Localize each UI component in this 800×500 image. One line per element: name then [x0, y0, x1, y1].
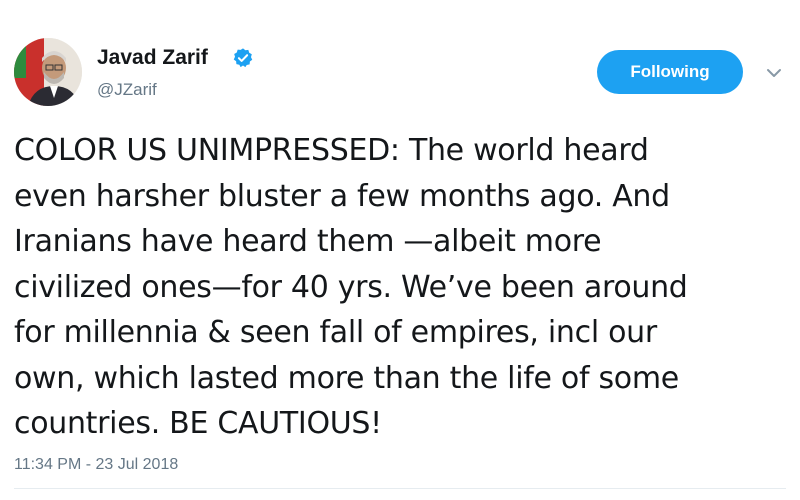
tweet-text-line: for millennia & seen fall of empires, in…	[14, 315, 657, 350]
tweet-text-line: even harsher bluster a few months ago. A…	[14, 178, 670, 214]
tweet-timestamp[interactable]: 11:34 PM - 23 Jul 2018	[14, 456, 178, 474]
avatar[interactable]	[14, 38, 82, 106]
tweet-card: Javad Zarif @JZarif Following COLOR US U…	[0, 0, 800, 500]
verified-badge-icon	[233, 48, 253, 68]
tweet-text-line: civilized ones—for 40 yrs. We’ve been ar…	[14, 269, 688, 305]
tweet-text-line: own, which lasted more than the life of …	[14, 360, 679, 396]
tweet-text-line: COLOR US UNIMPRESSED: The world heard	[14, 133, 649, 168]
chevron-down-icon[interactable]	[765, 66, 783, 80]
tweet-text-line: countries. BE CAUTIOUS!	[14, 406, 382, 441]
profile-photo-icon	[14, 38, 82, 106]
tweet-text: COLOR US UNIMPRESSED: The world heard ev…	[14, 128, 786, 447]
user-handle[interactable]: @JZarif	[97, 80, 157, 100]
display-name[interactable]: Javad Zarif	[97, 46, 208, 70]
tweet-text-line: Iranians have heard them —albeit more	[14, 224, 602, 259]
following-button[interactable]: Following	[597, 50, 743, 94]
divider	[14, 488, 786, 489]
